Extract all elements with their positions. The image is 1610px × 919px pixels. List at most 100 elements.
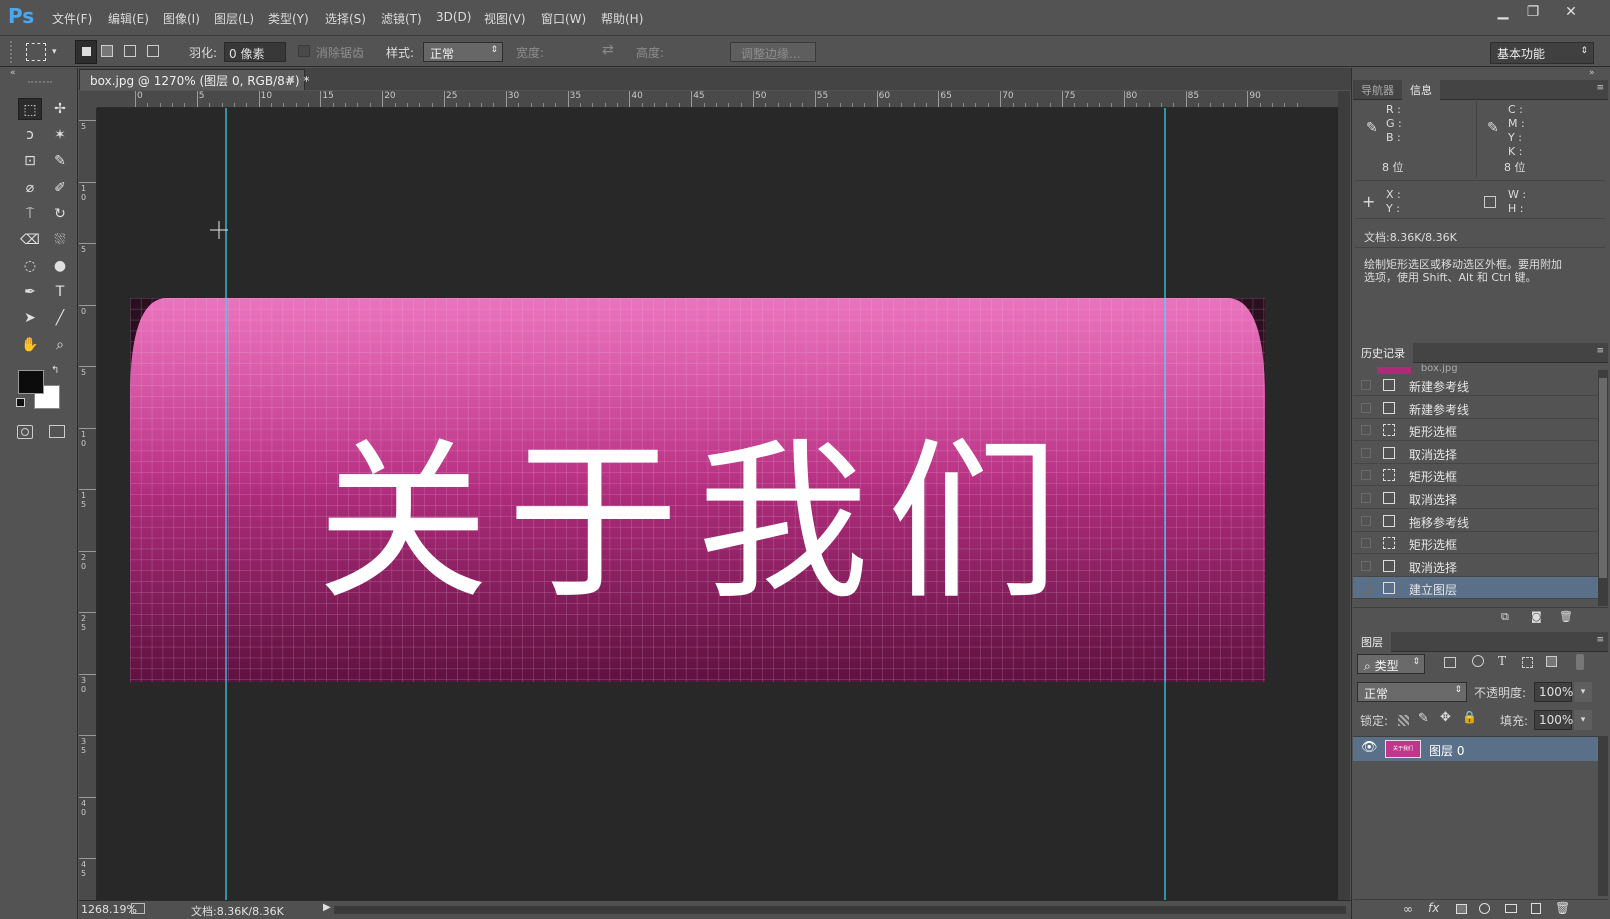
move-tool-icon[interactable]: ✢: [48, 98, 72, 120]
magic-wand-tool-icon[interactable]: ✶: [48, 124, 72, 146]
trash-icon[interactable]: 🗑: [1555, 901, 1570, 915]
fill-input[interactable]: 100%: [1534, 710, 1573, 730]
blur-tool-icon[interactable]: ◌: [18, 255, 42, 277]
new-document-from-state-icon[interactable]: ⧉: [1501, 610, 1509, 624]
new-adjustment-icon[interactable]: [1479, 903, 1490, 914]
new-group-folder-icon[interactable]: [1505, 904, 1517, 913]
tab-navigator[interactable]: 导航器: [1353, 80, 1402, 100]
line-tool-icon[interactable]: ╱: [48, 307, 72, 329]
paint-bucket-tool-icon[interactable]: ⛆: [48, 229, 72, 251]
default-colors-icon[interactable]: [16, 398, 25, 407]
restore-button[interactable]: ❐: [1518, 4, 1548, 22]
lock-all-icon[interactable]: 🔒: [1462, 710, 1477, 724]
lock-transparent-icon[interactable]: [1398, 715, 1409, 726]
brush-tool-icon[interactable]: ✐: [48, 177, 72, 199]
tab-history[interactable]: 历史记录: [1353, 343, 1413, 363]
path-selection-tool-icon[interactable]: ➤: [18, 307, 42, 329]
history-snapshot[interactable]: box.jpg: [1353, 364, 1598, 374]
chevron-down-icon[interactable]: ▾: [52, 47, 57, 57]
new-selection-button[interactable]: [75, 40, 97, 64]
history-state-checkbox[interactable]: [1361, 515, 1371, 526]
history-state-checkbox[interactable]: [1361, 470, 1371, 481]
healing-brush-tool-icon[interactable]: ⌀: [18, 177, 42, 199]
marquee-preset-icon[interactable]: [26, 43, 46, 61]
quick-mask-icon[interactable]: [17, 425, 33, 439]
type-tool-icon[interactable]: T: [48, 281, 72, 303]
add-selection-icon[interactable]: [101, 45, 113, 57]
hand-tool-icon[interactable]: ✋: [18, 334, 42, 356]
layer-style-fx-icon[interactable]: fx: [1428, 901, 1439, 915]
blend-mode-select[interactable]: 正常 ⇕: [1357, 682, 1467, 702]
tab-info[interactable]: 信息: [1402, 80, 1440, 100]
history-item[interactable]: 矩形选框: [1353, 464, 1598, 487]
pen-tool-icon[interactable]: ✒: [18, 281, 42, 303]
close-window-button[interactable]: ✕: [1556, 4, 1586, 22]
filter-adjustment-icon[interactable]: [1472, 655, 1484, 667]
history-item[interactable]: 拖移参考线: [1353, 510, 1598, 532]
new-layer-icon[interactable]: [1531, 903, 1541, 914]
screen-mode-icon[interactable]: [49, 425, 65, 438]
menu-item[interactable]: 编辑(E): [108, 10, 149, 27]
history-item[interactable]: 取消选择: [1353, 555, 1598, 577]
intersect-selection-icon[interactable]: [147, 45, 159, 57]
zoom-tool-icon[interactable]: ⌕: [48, 334, 72, 356]
fill-slider-toggle-icon[interactable]: ▾: [1574, 710, 1592, 730]
lock-position-move-icon[interactable]: ✥: [1440, 710, 1451, 725]
add-mask-icon[interactable]: [1456, 904, 1467, 914]
workspace-select[interactable]: 基本功能 ⇕: [1490, 42, 1594, 64]
history-item[interactable]: 新建参考线: [1353, 374, 1598, 396]
history-state-checkbox[interactable]: [1361, 425, 1371, 436]
history-item[interactable]: 建立图层: [1353, 577, 1598, 600]
subtract-selection-icon[interactable]: [124, 45, 136, 57]
canvas-image[interactable]: 关于我们: [97, 108, 1338, 900]
filter-type-icon[interactable]: T: [1498, 654, 1506, 668]
style-select[interactable]: 正常 ⇕: [423, 42, 503, 62]
eye-visibility-icon[interactable]: 👁: [1361, 740, 1378, 755]
history-state-checkbox[interactable]: [1361, 380, 1371, 390]
history-item[interactable]: 取消选择: [1353, 442, 1598, 464]
history-state-checkbox[interactable]: [1361, 538, 1371, 549]
horizontal-scrollbar[interactable]: [334, 906, 1346, 914]
dodge-tool-icon[interactable]: ●: [48, 255, 72, 277]
layer-row[interactable]: 👁 关于我们 图层 0: [1353, 736, 1598, 761]
antialias-checkbox[interactable]: [298, 45, 310, 57]
collapse-dock-icon[interactable]: »: [1589, 68, 1595, 78]
zoom-level[interactable]: 1268.19%: [81, 903, 137, 916]
menu-item[interactable]: 类型(Y): [268, 10, 309, 27]
link-layers-icon[interactable]: ∞: [1403, 902, 1413, 916]
vertical-scrollbar[interactable]: [1338, 91, 1350, 900]
filter-toggle[interactable]: [1576, 654, 1584, 670]
eyedropper-tool-icon[interactable]: ✎: [48, 150, 72, 172]
menu-item[interactable]: 帮助(H): [601, 10, 643, 27]
menu-item[interactable]: 滤镜(T): [381, 10, 422, 27]
lasso-tool-icon[interactable]: ↄ: [18, 124, 42, 146]
layer-name[interactable]: 图层 0: [1429, 742, 1464, 759]
layers-scrollbar[interactable]: [1598, 736, 1608, 896]
history-item[interactable]: 矩形选框: [1353, 532, 1598, 555]
history-item[interactable]: 新建参考线: [1353, 397, 1598, 419]
clone-stamp-tool-icon[interactable]: ⍑: [18, 203, 42, 225]
panel-menu-icon[interactable]: ≡: [1596, 83, 1604, 93]
swap-icon[interactable]: ⇄: [602, 42, 614, 58]
history-brush-tool-icon[interactable]: ↻: [48, 203, 72, 225]
snapshot-camera-icon[interactable]: ◙: [1531, 610, 1542, 623]
filter-smart-object-icon[interactable]: [1546, 656, 1557, 667]
opacity-slider-toggle-icon[interactable]: ▾: [1574, 682, 1592, 702]
foreground-color-front[interactable]: [18, 370, 44, 394]
crop-tool-icon[interactable]: ⊡: [18, 150, 42, 172]
menu-item[interactable]: 图像(I): [163, 10, 200, 27]
tab-layers[interactable]: 图层: [1353, 632, 1391, 652]
menu-item[interactable]: 选择(S): [325, 10, 366, 27]
history-item[interactable]: 取消选择: [1353, 487, 1598, 509]
horizontal-ruler[interactable]: 0 5 10 15 20 25 30 35 40 45 50 55 60 65 70 75 80 85 90: [97, 91, 1338, 108]
filter-shape-icon[interactable]: [1522, 657, 1533, 668]
panel-menu-icon[interactable]: ≡: [1596, 635, 1604, 645]
document-tab[interactable]: box.jpg @ 1270% (图层 0, RGB/8#) * ×: [79, 69, 309, 90]
status-menu-arrow-icon[interactable]: ▶: [323, 902, 331, 913]
history-state-checkbox[interactable]: [1361, 493, 1371, 503]
minimize-button[interactable]: ▁: [1488, 4, 1518, 22]
menu-item[interactable]: 窗口(W): [541, 10, 586, 27]
menu-item[interactable]: 图层(L): [214, 10, 254, 27]
history-state-checkbox[interactable]: [1361, 402, 1371, 413]
feather-input[interactable]: 0 像素: [224, 42, 286, 62]
